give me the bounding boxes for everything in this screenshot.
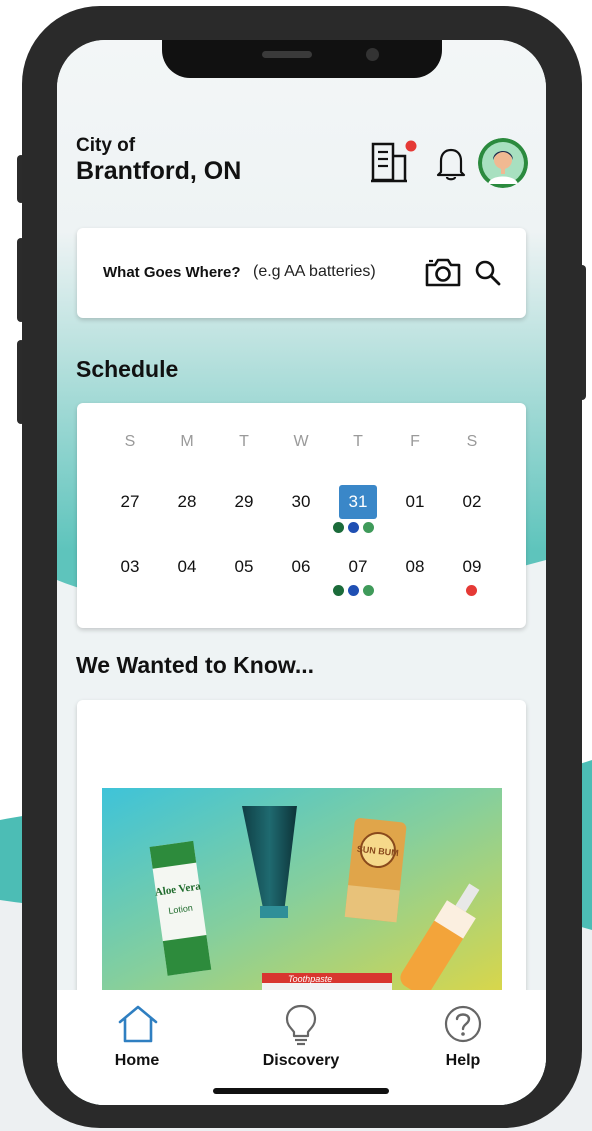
event-dot-green bbox=[363, 585, 374, 596]
search-label: What Goes Where? bbox=[103, 264, 241, 281]
event-dot-blue bbox=[348, 585, 359, 596]
app-screen: City of Brantford, ON What Goes Where? (… bbox=[57, 40, 546, 1105]
schedule-title: Schedule bbox=[76, 356, 179, 382]
search-hint: (e.g AA batteries) bbox=[253, 263, 376, 280]
bell-icon[interactable] bbox=[435, 146, 467, 182]
city-prefix: City of bbox=[76, 135, 136, 156]
notch bbox=[162, 40, 442, 78]
weekday-tue: T bbox=[239, 433, 249, 450]
bottom-tab-bar: Home Discovery Help bbox=[57, 990, 546, 1105]
home-indicator[interactable] bbox=[213, 1088, 389, 1094]
tab-discovery-label: Discovery bbox=[262, 1052, 340, 1069]
avatar[interactable] bbox=[478, 138, 528, 188]
tab-help[interactable]: Help bbox=[423, 990, 503, 1085]
city-name: Brantford, ON bbox=[76, 157, 242, 185]
tab-discovery[interactable]: Discovery bbox=[251, 990, 351, 1085]
weekday-sat: S bbox=[466, 433, 478, 450]
schedule-calendar: S M T W T F S 27 28 29 30 31 01 02 03 04… bbox=[77, 403, 526, 628]
tab-home[interactable]: Home bbox=[97, 990, 177, 1085]
avatar-image bbox=[478, 138, 528, 188]
product-toothpaste-text: Toothpaste bbox=[288, 974, 332, 984]
calendar-day[interactable]: 29 bbox=[224, 486, 264, 518]
event-dot-red bbox=[466, 585, 477, 596]
building-icon[interactable] bbox=[371, 140, 417, 184]
promo-image[interactable]: Aloe Vera Lotion SUN BUM Toothpaste bbox=[102, 788, 502, 993]
calendar-day[interactable]: 05 bbox=[224, 551, 264, 583]
calendar-day[interactable]: 07 bbox=[338, 551, 378, 583]
event-dot-green-dark bbox=[333, 585, 344, 596]
lightbulb-icon bbox=[285, 1004, 317, 1046]
event-dot-green bbox=[363, 522, 374, 533]
tab-home-label: Home bbox=[114, 1052, 160, 1069]
front-camera bbox=[366, 48, 379, 61]
calendar-day-selected[interactable]: 31 bbox=[339, 485, 377, 519]
event-dot-blue bbox=[348, 522, 359, 533]
camera-icon[interactable] bbox=[424, 256, 462, 288]
weekday-wed: W bbox=[293, 433, 309, 450]
speaker bbox=[262, 51, 312, 58]
weekday-thu: T bbox=[353, 433, 363, 450]
promo-products-illustration: Aloe Vera Lotion SUN BUM Toothpaste bbox=[102, 788, 502, 993]
help-icon bbox=[444, 1005, 482, 1043]
home-icon bbox=[118, 1005, 158, 1043]
calendar-day[interactable]: 06 bbox=[281, 551, 321, 583]
event-dot-green-dark bbox=[333, 522, 344, 533]
tab-help-label: Help bbox=[445, 1052, 481, 1069]
calendar-day[interactable]: 04 bbox=[167, 551, 207, 583]
promo-title: We Wanted to Know... bbox=[76, 652, 315, 678]
search-card[interactable]: What Goes Where? (e.g AA batteries) bbox=[77, 228, 526, 318]
calendar-day[interactable]: 01 bbox=[395, 486, 435, 518]
weekday-fri: F bbox=[410, 433, 420, 450]
calendar-day[interactable]: 02 bbox=[452, 486, 492, 518]
calendar-day[interactable]: 09 bbox=[452, 551, 492, 583]
weekday-mon: M bbox=[180, 433, 194, 450]
calendar-day[interactable]: 28 bbox=[167, 486, 207, 518]
weekday-sun: S bbox=[124, 433, 136, 450]
calendar-day[interactable]: 30 bbox=[281, 486, 321, 518]
calendar-day[interactable]: 08 bbox=[395, 551, 435, 583]
calendar-day[interactable]: 03 bbox=[110, 551, 150, 583]
search-icon[interactable] bbox=[474, 259, 502, 287]
calendar-day[interactable]: 27 bbox=[110, 486, 150, 518]
